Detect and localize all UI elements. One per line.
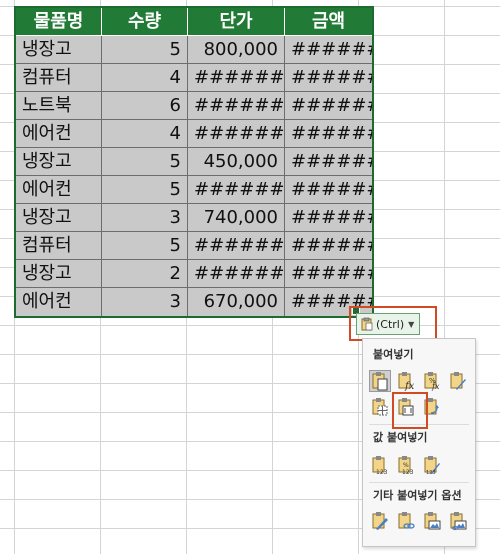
header-amount[interactable]: 금액 [285,8,372,36]
paste-values-icon[interactable]: 123 [369,454,391,476]
section-title-paste: 붙여넣기 [373,348,414,361]
table-row: 컴퓨터5############ [16,232,372,260]
cell-item-name[interactable]: 냉장고 [16,260,102,288]
cell-item-name[interactable]: 냉장고 [16,148,102,176]
header-quantity[interactable]: 수량 [102,8,188,36]
cell-item-name[interactable]: 냉장고 [16,36,102,64]
cell-item-name[interactable]: 에어컨 [16,176,102,204]
table-row: 컴퓨터4############ [16,64,372,92]
cell-unit-price[interactable]: ###### [188,64,285,92]
header-item-name[interactable]: 물품명 [16,8,102,36]
data-table: 물품명 수량 단가 금액 냉장고5800,000######컴퓨터4######… [14,6,374,318]
cell-unit-price[interactable]: ###### [188,260,285,288]
cell-unit-price[interactable]: ###### [188,92,285,120]
paste-options-menu: 붙여넣기 fx % fx 값 붙여넣기 123 % 123 123 기타 붙여넣… [362,338,476,547]
paste-icons-row-1: fx % fx [369,370,469,392]
cell-unit-price[interactable]: ###### [188,176,285,204]
cell-quantity[interactable]: 3 [102,288,188,316]
paste-no-borders-icon[interactable] [369,396,391,418]
section-title-other: 기타 붙여넣기 옵션 [373,489,462,502]
cell-quantity[interactable]: 6 [102,92,188,120]
header-row: 물품명 수량 단가 금액 [16,8,372,36]
highlight-box-ctrl [349,306,437,341]
paste-icon[interactable] [369,370,391,392]
cell-item-name[interactable]: 냉장고 [16,204,102,232]
cell-quantity[interactable]: 4 [102,120,188,148]
value-icons-row: 123 % 123 123 [369,454,443,476]
table-row: 냉장고3740,000###### [16,204,372,232]
cell-quantity[interactable]: 5 [102,232,188,260]
cell-item-name[interactable]: 노트북 [16,92,102,120]
svg-text:123: 123 [376,469,388,475]
paste-values-number-format-icon[interactable]: % 123 [395,454,417,476]
cell-unit-price[interactable]: 450,000 [188,148,285,176]
table-row: 에어컨3670,000###### [16,288,372,316]
svg-text:%: % [403,462,409,469]
svg-text:fx: fx [431,382,440,391]
cell-amount[interactable]: ###### [285,64,372,92]
cell-item-name[interactable]: 컴퓨터 [16,232,102,260]
paste-formulas-icon[interactable]: fx [395,370,417,392]
table-row: 에어컨5############ [16,176,372,204]
cell-quantity[interactable]: 3 [102,204,188,232]
cell-quantity[interactable]: 5 [102,176,188,204]
cell-unit-price[interactable]: ###### [188,120,285,148]
header-unit-price[interactable]: 단가 [188,8,285,36]
section-title-values: 값 붙여넣기 [373,431,428,444]
table-row: 냉장고2############ [16,260,372,288]
paste-linked-picture-icon[interactable] [447,510,469,532]
cell-amount[interactable]: ###### [285,176,372,204]
cell-amount[interactable]: ###### [285,204,372,232]
cell-amount[interactable]: ###### [285,36,372,64]
cell-amount[interactable]: ###### [285,92,372,120]
other-icons-row [369,510,469,532]
menu-divider [369,482,469,483]
cell-amount[interactable]: ###### [285,260,372,288]
cell-amount[interactable]: ###### [285,148,372,176]
cell-quantity[interactable]: 2 [102,260,188,288]
cell-unit-price[interactable]: 670,000 [188,288,285,316]
svg-text:123: 123 [426,470,436,475]
table-row: 노트북6############ [16,92,372,120]
cell-item-name[interactable]: 컴퓨터 [16,64,102,92]
cell-item-name[interactable]: 에어컨 [16,288,102,316]
paste-formatting-icon[interactable] [369,510,391,532]
table-row: 에어컨4############ [16,120,372,148]
paste-values-source-format-icon[interactable]: 123 [421,454,443,476]
cell-quantity[interactable]: 4 [102,64,188,92]
highlight-box-keep-column-widths [392,392,428,429]
paste-link-icon[interactable] [395,510,417,532]
cell-quantity[interactable]: 5 [102,148,188,176]
paste-picture-icon[interactable] [421,510,443,532]
table-row: 냉장고5450,000###### [16,148,372,176]
cell-amount[interactable]: ###### [285,232,372,260]
cell-quantity[interactable]: 5 [102,36,188,64]
svg-text:123: 123 [402,469,414,475]
cell-item-name[interactable]: 에어컨 [16,120,102,148]
cell-unit-price[interactable]: 740,000 [188,204,285,232]
table-row: 냉장고5800,000###### [16,36,372,64]
cell-amount[interactable]: ###### [285,120,372,148]
paste-formulas-number-format-icon[interactable]: % fx [421,370,443,392]
svg-text:fx: fx [404,381,415,391]
cell-unit-price[interactable]: 800,000 [188,36,285,64]
paste-keep-source-format-icon[interactable] [447,370,469,392]
cell-unit-price[interactable]: ###### [188,232,285,260]
